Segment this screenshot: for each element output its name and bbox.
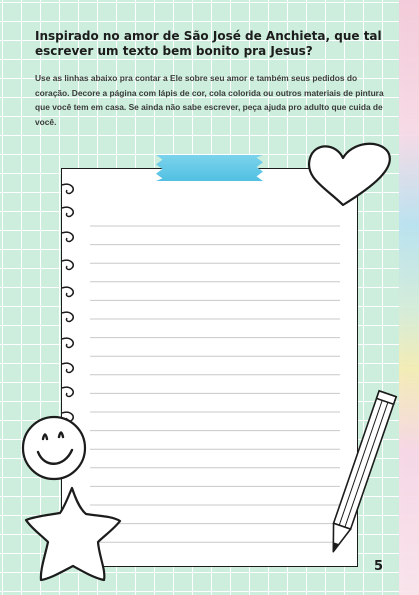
spiral-ring — [61, 362, 74, 374]
spiral-ring — [61, 206, 74, 218]
spiral-ring — [61, 286, 74, 298]
pencil-icon — [332, 389, 398, 553]
spiral-rings — [61, 183, 74, 423]
spiral-ring — [61, 386, 74, 398]
smiley-face-icon — [21, 415, 87, 481]
spiral-ring — [61, 311, 74, 323]
heart-icon — [307, 142, 391, 207]
star-icon — [24, 486, 122, 582]
spiral-ring — [61, 259, 74, 271]
spiral-ring — [61, 183, 74, 195]
decorations-layer — [21, 142, 398, 582]
spiral-ring — [61, 337, 74, 349]
spiral-ring — [61, 231, 74, 243]
page-number: 5 — [374, 559, 384, 574]
